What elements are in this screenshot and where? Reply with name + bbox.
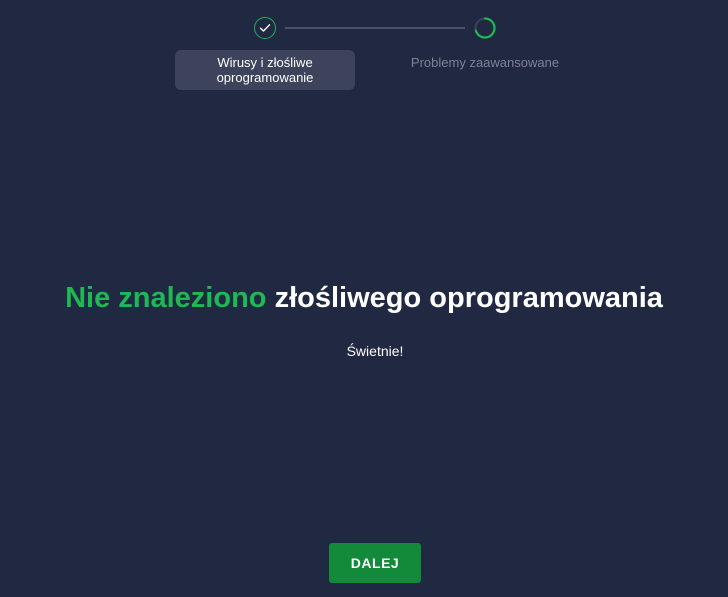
progress-ring-icon — [474, 17, 496, 39]
check-icon — [254, 17, 276, 39]
next-button[interactable]: DALEJ — [329, 543, 421, 583]
step-label-viruses: Wirusy i złośliwe oprogramowanie — [175, 50, 355, 90]
scan-stepper: Wirusy i złośliwe oprogramowanie Problem… — [0, 0, 728, 100]
step-label-advanced-issues: Problemy zaawansowane — [410, 55, 560, 70]
scan-result-headline: Nie znaleziono złośliwego oprogramowania — [0, 282, 728, 315]
headline-rest: złośliwego oprogramowania — [274, 282, 663, 314]
step-connector — [285, 27, 465, 29]
scan-result-subtext: Świetnie! — [346, 343, 404, 359]
headline-highlight: Nie znaleziono — [65, 282, 267, 314]
